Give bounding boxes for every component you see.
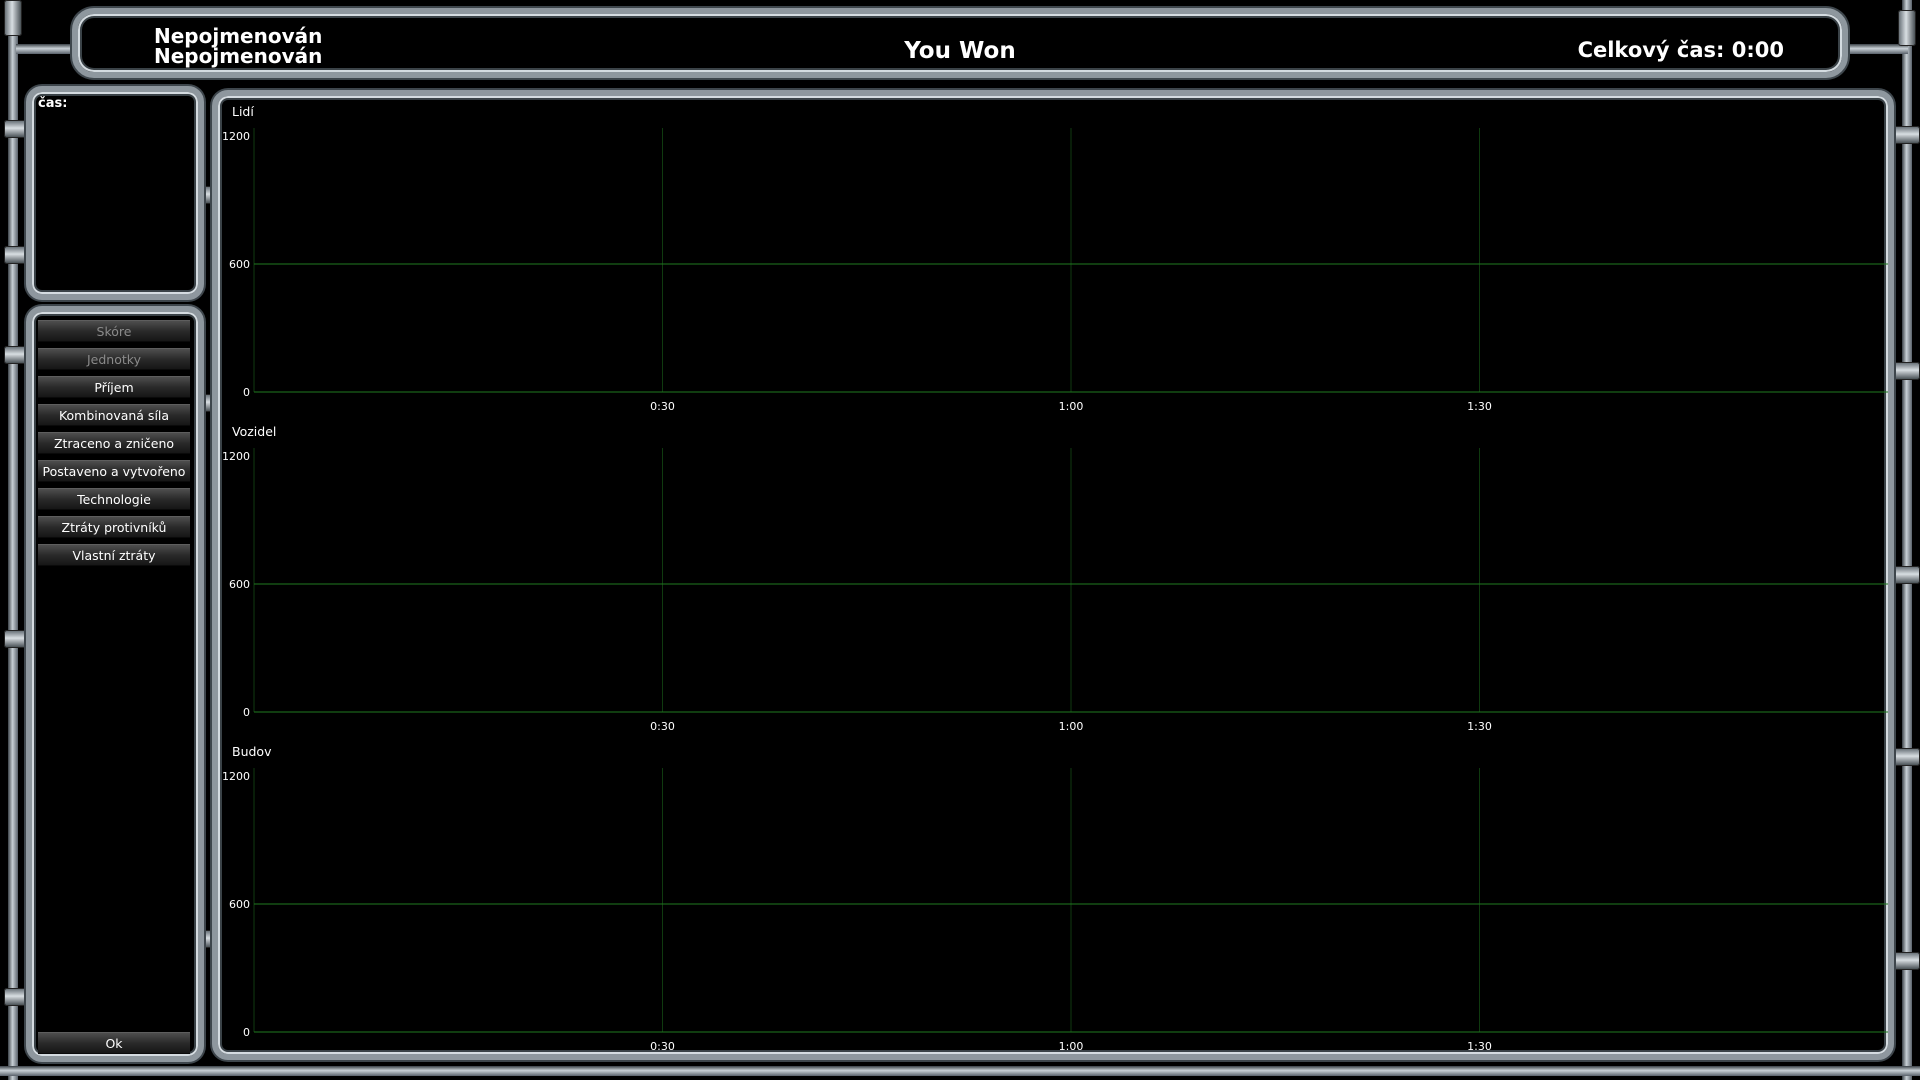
y-tick-label: 1200 <box>222 450 250 463</box>
y-tick-label: 0 <box>243 706 250 719</box>
ok-button[interactable]: Ok <box>38 1032 190 1054</box>
time-label: čas: <box>38 96 68 111</box>
graph-canvas: 0:30 1:00 1:30 0 600 1200 <box>222 128 1888 413</box>
total-time: Celkový čas: 0:00 <box>1577 38 1784 62</box>
frame-clamp <box>1898 10 1916 46</box>
x-tick-label: 1:00 <box>1059 1040 1084 1053</box>
y-tick-label: 600 <box>229 898 250 911</box>
x-tick-label: 0:30 <box>650 720 675 733</box>
menu-button-units[interactable]: Jednotky <box>38 348 190 370</box>
top-right-pipe <box>1838 44 1908 54</box>
graph-canvas: 0:30 1:00 1:30 0 600 1200 <box>222 448 1888 733</box>
menu-button-income[interactable]: Příjem <box>38 376 190 398</box>
header-bar: Nepojmenován Nepojmenován You Won Celkov… <box>72 8 1848 78</box>
x-tick-label: 1:30 <box>1467 1040 1492 1053</box>
menu-button-enemy-losses[interactable]: Ztráty protivníků <box>38 516 190 538</box>
bottom-frame-pipe <box>0 1066 1920 1076</box>
menu-button-lost-destroyed[interactable]: Ztraceno a zničeno <box>38 432 190 454</box>
x-tick-label: 1:30 <box>1467 720 1492 733</box>
x-tick-label: 1:30 <box>1467 400 1492 413</box>
x-tick-label: 1:00 <box>1059 720 1084 733</box>
x-tick-label: 1:00 <box>1059 400 1084 413</box>
graphs-panel: Lidí 0:30 1:00 1:30 0 600 1200 Vozidel 0:30 1:… <box>212 90 1894 1060</box>
x-tick-label: 0:30 <box>650 1040 675 1053</box>
menu-button-combined-strength[interactable]: Kombinovaná síla <box>38 404 190 426</box>
y-tick-label: 600 <box>229 578 250 591</box>
menu-button-own-losses[interactable]: Vlastní ztráty <box>38 544 190 566</box>
y-tick-label: 0 <box>243 386 250 399</box>
y-tick-label: 1200 <box>222 130 250 143</box>
x-tick-label: 0:30 <box>650 400 675 413</box>
stats-menu-panel: Skóre Jednotky Příjem Kombinovaná síla Z… <box>26 306 204 1062</box>
menu-button-score[interactable]: Skóre <box>38 320 190 342</box>
graph-canvas: 0:30 1:00 1:30 0 600 1200 <box>222 768 1888 1053</box>
time-panel: čas: <box>26 86 204 300</box>
right-frame-pipe <box>1902 0 1912 1080</box>
menu-button-technology[interactable]: Technologie <box>38 488 190 510</box>
y-tick-label: 0 <box>243 1026 250 1039</box>
y-tick-label: 1200 <box>222 770 250 783</box>
y-tick-label: 600 <box>229 258 250 271</box>
menu-button-built-created[interactable]: Postaveno a vytvořeno <box>38 460 190 482</box>
left-frame-pipe <box>8 0 18 1080</box>
frame-clamp <box>4 0 22 36</box>
